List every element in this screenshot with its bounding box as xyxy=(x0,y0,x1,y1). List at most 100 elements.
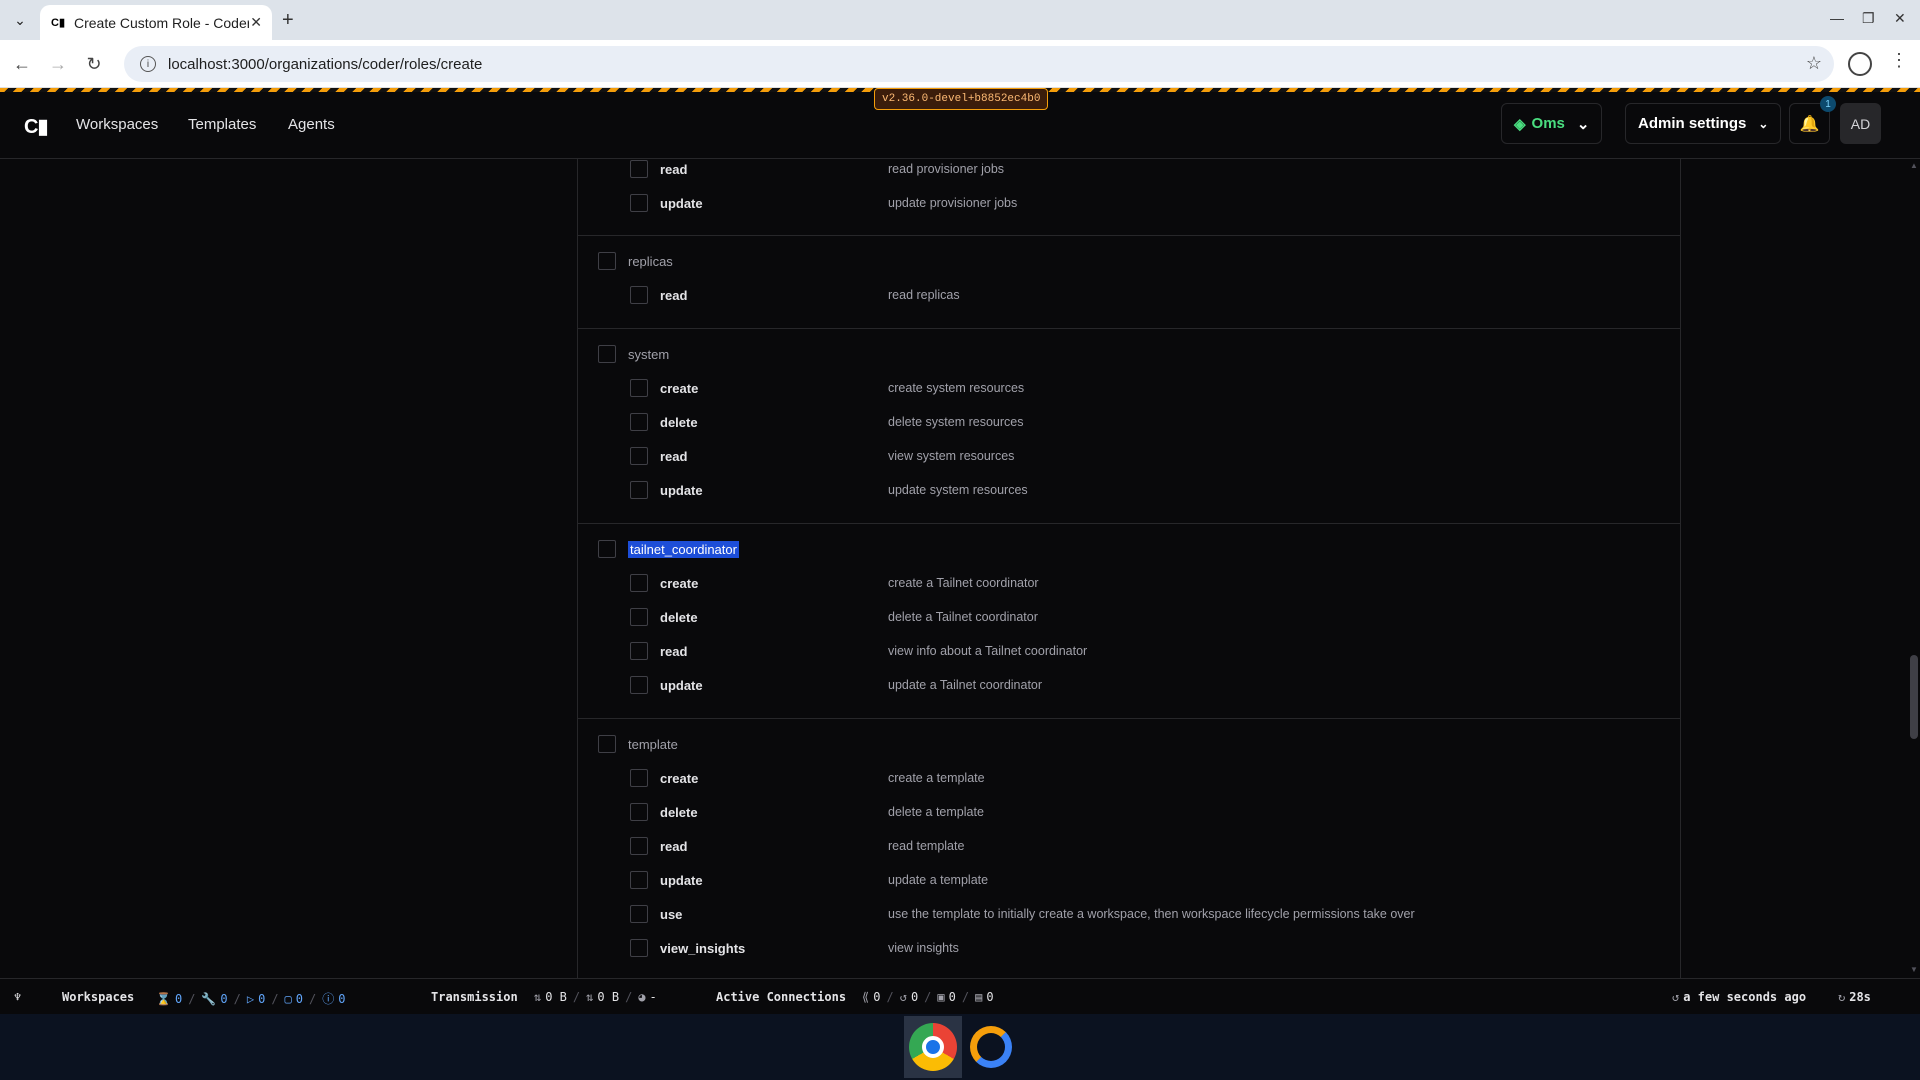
bookmark-star-icon[interactable]: ☆ xyxy=(1806,53,1822,74)
permission-checkbox[interactable] xyxy=(630,676,648,694)
pending-count[interactable]: 0 xyxy=(175,992,182,1006)
permission-description: read replicas xyxy=(888,288,960,302)
org-selector-button[interactable]: ◈ Oms ⌄ xyxy=(1501,103,1603,144)
connection-counts: ⟪ 0 / ↺ 0 / ▣ 0 / ▤ 0 xyxy=(862,990,994,1004)
group-header: replicas xyxy=(598,252,673,270)
refresh-icon: ↻ xyxy=(1838,990,1846,1004)
group-name: tailnet_coordinator xyxy=(628,540,739,558)
group-name: template xyxy=(628,736,678,752)
permission-checkbox[interactable] xyxy=(630,871,648,889)
permission-row: read read template xyxy=(630,837,1630,855)
chrome-icon xyxy=(909,1023,957,1071)
jetbrains-count: 0 xyxy=(910,990,919,1004)
user-avatar[interactable]: AD xyxy=(1840,103,1881,144)
permission-checkbox[interactable] xyxy=(630,769,648,787)
permission-checkbox[interactable] xyxy=(630,803,648,821)
main-content: read read provisioner jobs update update… xyxy=(0,159,1920,978)
permission-description: use the template to initially create a w… xyxy=(888,907,1415,921)
permission-checkbox[interactable] xyxy=(630,905,648,923)
browser-tab[interactable]: C▮ Create Custom Role - Coder ✕ xyxy=(40,5,272,40)
tab-close-icon[interactable]: ✕ xyxy=(250,14,262,31)
permission-row: create create a template xyxy=(630,769,1630,787)
permission-checkbox[interactable] xyxy=(630,194,648,212)
browser-tabstrip: ⌄ C▮ Create Custom Role - Coder ✕ + — ❐ … xyxy=(0,0,1920,40)
permission-checkbox[interactable] xyxy=(630,379,648,397)
permission-row: read read replicas xyxy=(630,286,1630,304)
terminal-icon: ▣ xyxy=(937,990,945,1004)
permission-name: read xyxy=(660,161,688,177)
stopped-count[interactable]: 0 xyxy=(296,992,303,1006)
running-count[interactable]: 0 xyxy=(258,992,265,1006)
restore-icon[interactable]: ❐ xyxy=(1862,10,1875,27)
profile-icon[interactable] xyxy=(1848,52,1872,76)
url-text: localhost:3000/organizations/coder/roles… xyxy=(168,55,483,73)
org-name: Oms xyxy=(1531,115,1565,132)
nav-templates[interactable]: Templates xyxy=(188,116,256,133)
tab-search-icon[interactable]: ⌄ xyxy=(8,8,32,32)
jetbrains-icon: ↺ xyxy=(899,990,907,1004)
permission-checkbox[interactable] xyxy=(630,413,648,431)
refresh-button[interactable]: ↻ 28s xyxy=(1838,990,1871,1004)
group-checkbox[interactable] xyxy=(598,345,616,363)
scroll-up-icon[interactable]: ▲ xyxy=(1910,161,1918,170)
address-bar[interactable]: i localhost:3000/organizations/coder/rol… xyxy=(124,46,1834,82)
coder-favicon-icon: C▮ xyxy=(51,17,65,29)
transmission-values: ⇅ 0 B / ⇅ 0 B / ◕ - xyxy=(534,990,657,1004)
page-scrollbar[interactable]: ▲ ▼ xyxy=(1908,159,1920,978)
permission-checkbox[interactable] xyxy=(630,286,648,304)
permission-name: create xyxy=(660,380,699,396)
permission-row: use use the template to initially create… xyxy=(630,905,1630,923)
scroll-thumb[interactable] xyxy=(1910,655,1918,739)
org-avatar-icon: ◈ xyxy=(1514,115,1526,133)
permission-checkbox[interactable] xyxy=(630,939,648,957)
permission-checkbox[interactable] xyxy=(630,642,648,660)
building-count[interactable]: 0 xyxy=(220,992,227,1006)
permission-checkbox[interactable] xyxy=(630,574,648,592)
browser-menu-icon[interactable]: ⋮ xyxy=(1890,50,1908,71)
permission-name: update xyxy=(660,195,703,211)
connections-label: Active Connections xyxy=(716,990,847,1004)
close-window-icon[interactable]: ✕ xyxy=(1894,10,1906,27)
new-tab-icon[interactable]: + xyxy=(282,10,294,30)
browser-toolbar: ← → ↻ i localhost:3000/organizations/cod… xyxy=(0,40,1920,88)
group-header: template xyxy=(598,735,678,753)
group-checkbox[interactable] xyxy=(598,540,616,558)
back-icon[interactable]: ← xyxy=(10,52,34,76)
permission-row: delete delete a Tailnet coordinator xyxy=(630,608,1630,626)
group-checkbox[interactable] xyxy=(598,252,616,270)
group-checkbox[interactable] xyxy=(598,735,616,753)
refresh-countdown: 28s xyxy=(1849,990,1871,1004)
permission-name: read xyxy=(660,838,688,854)
permission-row: read read provisioner jobs xyxy=(630,160,1630,178)
permission-checkbox[interactable] xyxy=(630,447,648,465)
nav-agents[interactable]: Agents xyxy=(288,116,335,133)
permission-row: read view system resources xyxy=(630,447,1630,465)
group-name: replicas xyxy=(628,253,673,269)
failed-count[interactable]: 0 xyxy=(338,992,345,1006)
permission-checkbox[interactable] xyxy=(630,481,648,499)
group-header: tailnet_coordinator xyxy=(598,540,739,558)
last-updated-text: a few seconds ago xyxy=(1683,990,1807,1004)
permission-checkbox[interactable] xyxy=(630,837,648,855)
version-badge[interactable]: v2.36.0-devel+b8852ec4b0 xyxy=(874,88,1049,110)
admin-settings-button[interactable]: Admin settings ⌄ xyxy=(1625,103,1782,144)
taskbar-chrome[interactable] xyxy=(904,1016,962,1078)
permission-description: delete a template xyxy=(888,805,984,819)
admin-settings-label: Admin settings xyxy=(1638,115,1747,132)
vscode-count: 0 xyxy=(873,990,881,1004)
nav-workspaces[interactable]: Workspaces xyxy=(76,116,158,133)
permission-name: delete xyxy=(660,414,698,430)
permission-row: delete delete a template xyxy=(630,803,1630,821)
site-info-icon[interactable]: i xyxy=(140,56,156,72)
minimize-icon[interactable]: — xyxy=(1830,10,1844,26)
permission-row: view_insights view insights xyxy=(630,939,1630,957)
stopped-icon: ▢ xyxy=(284,991,292,1006)
coder-logo[interactable]: C▮ xyxy=(24,114,48,139)
forward-icon[interactable]: → xyxy=(46,52,70,76)
permission-checkbox[interactable] xyxy=(630,608,648,626)
reload-icon[interactable]: ↻ xyxy=(82,52,106,76)
taskbar-app[interactable] xyxy=(962,1016,1020,1078)
permission-name: update xyxy=(660,677,703,693)
scroll-down-icon[interactable]: ▼ xyxy=(1910,965,1918,974)
permission-checkbox[interactable] xyxy=(630,160,648,178)
